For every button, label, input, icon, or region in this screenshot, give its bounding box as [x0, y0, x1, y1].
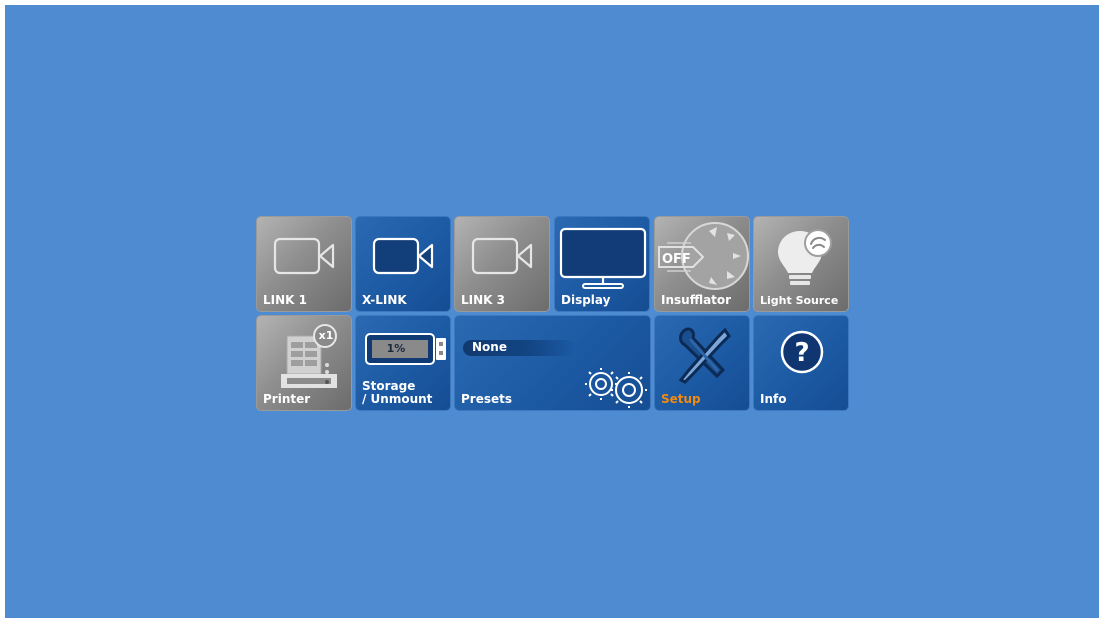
tile-storage-unmount[interactable]: 1% Storage / Unmount: [355, 315, 451, 411]
tile-setup[interactable]: Setup: [654, 315, 750, 411]
tile-display[interactable]: Display: [554, 216, 650, 312]
tile-label: Display: [561, 293, 611, 307]
tile-presets[interactable]: None Presets: [454, 315, 651, 411]
tile-label: LINK 1: [263, 293, 307, 307]
monitor-icon: [559, 227, 647, 289]
tools-icon: [678, 327, 731, 384]
tile-x-link[interactable]: X-LINK: [355, 216, 451, 312]
tile-light-source[interactable]: Light Source: [753, 216, 849, 312]
tile-link-1[interactable]: LINK 1: [256, 216, 352, 312]
presets-selected-value: None: [472, 340, 507, 354]
tile-insufflator[interactable]: OFF Insufflator: [654, 216, 750, 312]
question-icon: ?: [780, 330, 824, 374]
tile-link-3[interactable]: LINK 3: [454, 216, 550, 312]
tile-label: LINK 3: [461, 293, 505, 307]
printer-count-badge: x1: [318, 329, 334, 342]
tile-printer[interactable]: x1 Printer: [256, 315, 352, 411]
tile-info[interactable]: ? Info: [753, 315, 849, 411]
printer-icon: [281, 324, 337, 388]
tile-label: Light Source: [760, 294, 839, 307]
tile-label: X-LINK: [362, 293, 407, 307]
storage-usage: 1%: [386, 342, 406, 355]
tile-label: Insufflator: [661, 293, 732, 307]
camera-icon: [273, 237, 335, 275]
tile-label: Storage / Unmount: [362, 379, 433, 406]
camera-icon: [372, 237, 434, 275]
tile-label: Presets: [461, 392, 513, 406]
tile-label: Info: [760, 392, 787, 406]
main-screen: LINK 1 X-LINK LINK 3 Display OFF Insuffl…: [5, 5, 1099, 618]
svg-text:?: ?: [794, 338, 809, 368]
off-text: OFF: [662, 252, 691, 267]
camera-icon: [471, 237, 533, 275]
light-bulb-icon: [778, 229, 832, 285]
insufflator-icon: OFF: [658, 222, 749, 290]
tile-label: Setup: [661, 392, 701, 406]
tile-label: Printer: [263, 392, 311, 406]
